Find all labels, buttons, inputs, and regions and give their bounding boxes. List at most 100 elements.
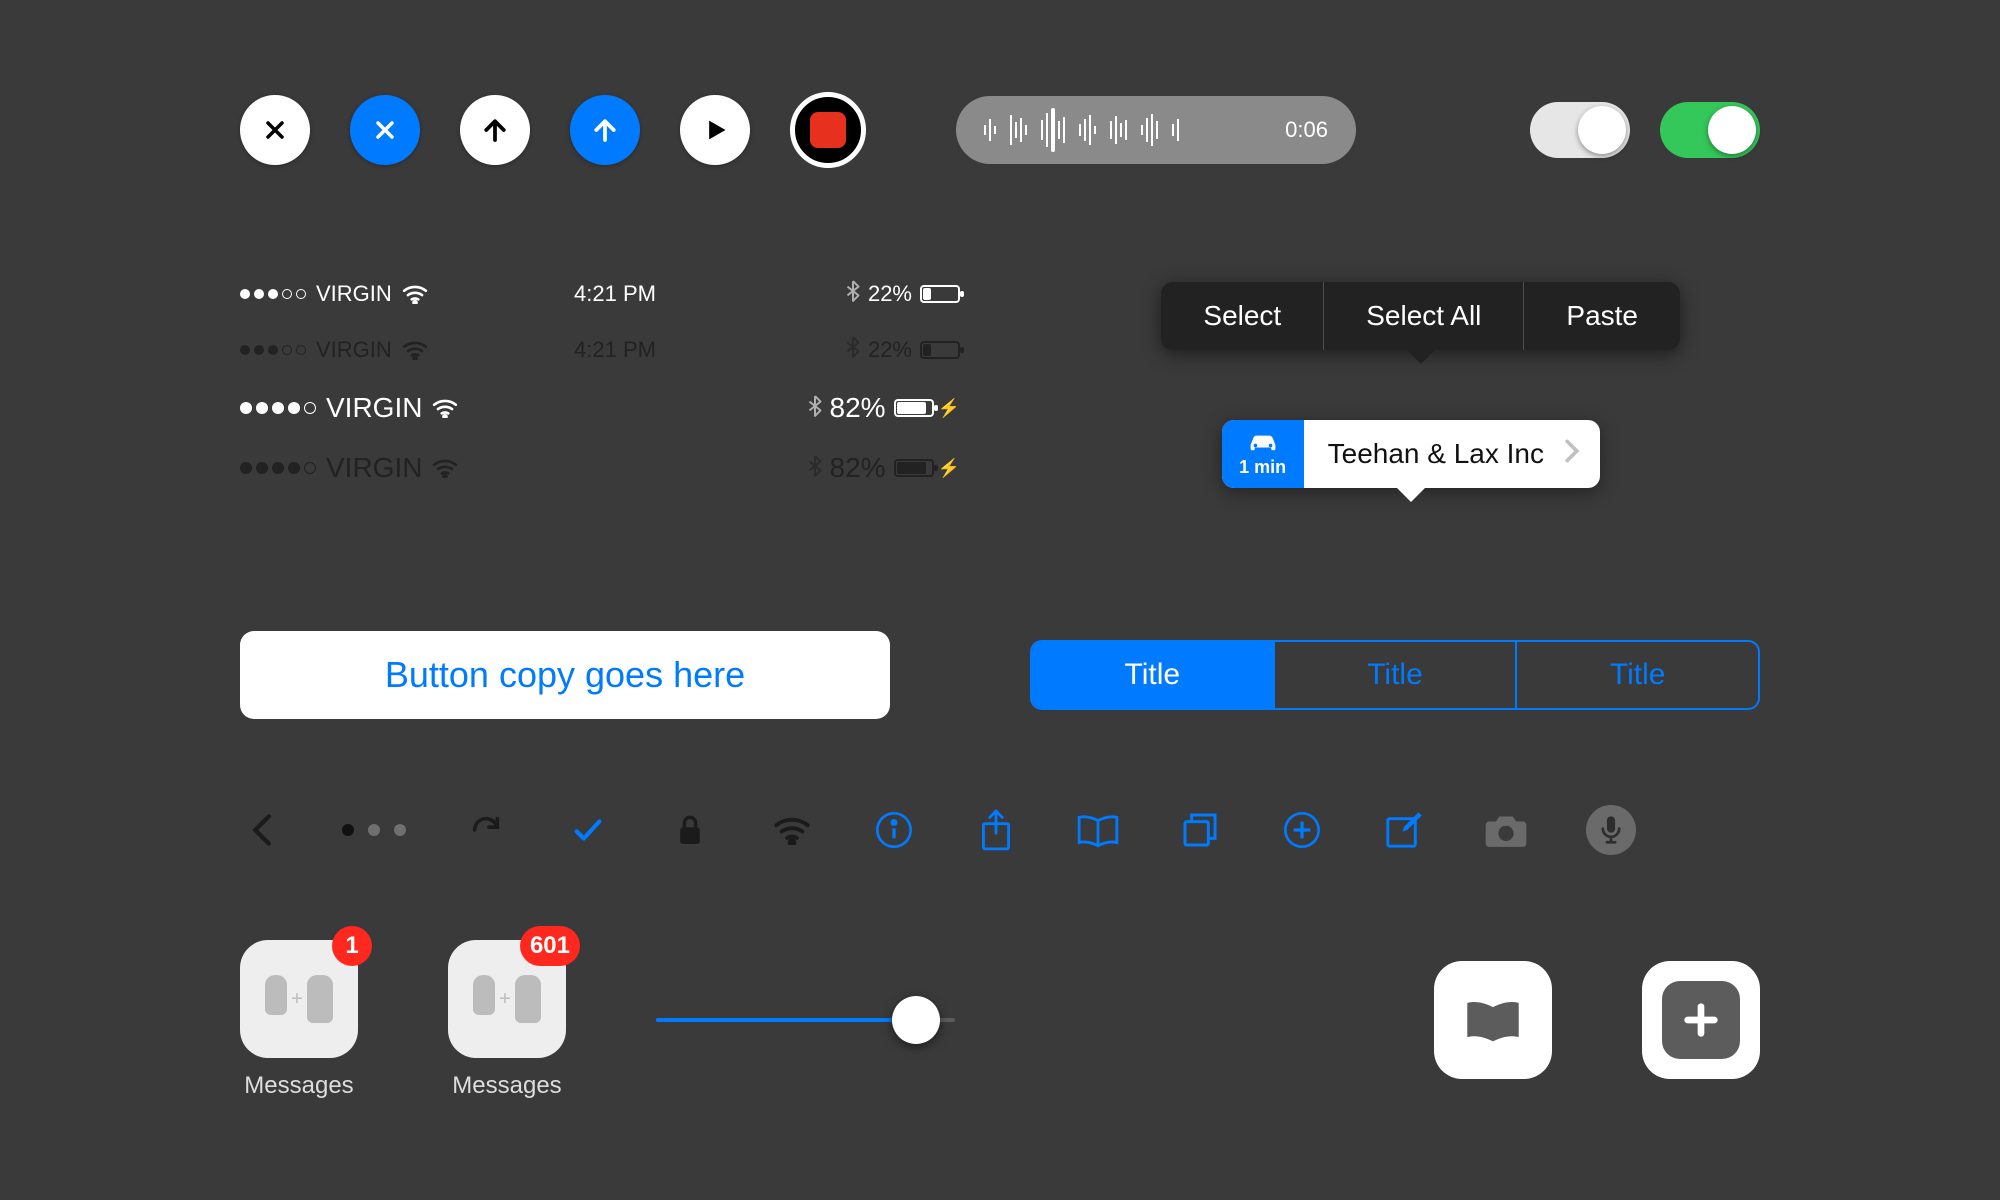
app-label: Messages <box>452 1072 561 1100</box>
segmented-control: Title Title Title <box>1030 640 1760 710</box>
waveform-bars <box>984 108 1269 152</box>
battery-icon <box>920 341 960 359</box>
battery-percentage: 82% <box>830 452 886 484</box>
add-icon <box>1282 810 1322 850</box>
wifi-icon <box>773 815 811 845</box>
mic-icon <box>1599 815 1623 845</box>
charging-icon: ⚡ <box>938 458 960 479</box>
chevron-right-icon <box>1564 438 1580 470</box>
arrow-up-icon <box>480 115 510 145</box>
people-icon: + <box>265 975 333 1023</box>
copy-icon <box>1180 810 1220 850</box>
record-button[interactable] <box>790 92 866 168</box>
wifi-icon <box>402 284 428 304</box>
lock-icon <box>676 813 704 847</box>
bookmark-tile-button[interactable] <box>1434 961 1552 1079</box>
audio-waveform[interactable]: 0:06 <box>956 96 1356 164</box>
status-bar: VIRGIN4:21 PM22% <box>240 280 960 308</box>
battery-percentage: 82% <box>830 392 886 424</box>
battery-percentage: 22% <box>868 281 912 307</box>
add-button[interactable] <box>1280 808 1324 852</box>
toggle-on[interactable] <box>1660 102 1760 158</box>
switch-knob <box>1578 106 1626 154</box>
segment-2[interactable]: Title <box>1517 642 1758 708</box>
bookmarks-button[interactable] <box>1076 808 1120 852</box>
badge: 1 <box>332 926 372 966</box>
map-callout[interactable]: 1 min Teehan & Lax Inc <box>1222 420 1600 488</box>
status-bar: VIRGIN 82% ⚡ <box>240 392 960 424</box>
confirm-button[interactable] <box>566 808 610 852</box>
primary-button-label: Button copy goes here <box>385 654 745 696</box>
upload-button[interactable] <box>460 95 530 165</box>
compose-icon <box>1383 809 1425 851</box>
info-button[interactable] <box>872 808 916 852</box>
status-time: 4:21 PM <box>490 337 740 363</box>
camera-icon <box>1484 813 1528 847</box>
wifi-icon <box>402 340 428 360</box>
segment-0[interactable]: Title <box>1032 642 1275 708</box>
primary-button[interactable]: Button copy goes here <box>240 631 890 719</box>
map-callout-title: Teehan & Lax Inc <box>1328 438 1544 470</box>
battery-icon: ⚡ <box>894 398 960 419</box>
slider-fill <box>656 1018 916 1022</box>
refresh-button[interactable] <box>464 808 508 852</box>
mic-button[interactable] <box>1586 805 1636 855</box>
upload-button-blue[interactable] <box>570 95 640 165</box>
menu-select[interactable]: Select <box>1161 282 1324 350</box>
segment-1[interactable]: Title <box>1275 642 1518 708</box>
bluetooth-icon <box>846 280 860 308</box>
map-callout-eta-text: 1 min <box>1239 457 1286 478</box>
battery-icon: ⚡ <box>894 458 960 479</box>
book-icon <box>1463 995 1523 1045</box>
carrier-label: VIRGIN <box>326 392 422 424</box>
signal-strength-icon <box>240 402 316 414</box>
camera-button[interactable] <box>1484 808 1528 852</box>
people-icon: + <box>473 975 541 1023</box>
menu-select-all[interactable]: Select All <box>1324 282 1524 350</box>
carrier-label: VIRGIN <box>326 452 422 484</box>
switch-knob <box>1708 106 1756 154</box>
bluetooth-icon <box>846 336 860 364</box>
signal-strength-icon <box>240 345 306 355</box>
copy-button[interactable] <box>1178 808 1222 852</box>
car-icon <box>1246 431 1280 453</box>
close-button-blue[interactable] <box>350 95 420 165</box>
menu-paste[interactable]: Paste <box>1524 282 1680 350</box>
play-button[interactable] <box>680 95 750 165</box>
app-label: Messages <box>244 1072 353 1100</box>
stop-icon <box>810 112 846 148</box>
check-icon <box>571 813 605 847</box>
close-icon <box>371 116 399 144</box>
app-icon-messages-2[interactable]: + 601 Messages <box>448 940 566 1100</box>
status-bar: VIRGIN 82% ⚡ <box>240 452 960 484</box>
add-tile-button[interactable] <box>1642 961 1760 1079</box>
close-button[interactable] <box>240 95 310 165</box>
slider[interactable] <box>656 995 955 1045</box>
waveform-time: 0:06 <box>1285 117 1328 143</box>
carrier-label: VIRGIN <box>316 337 392 363</box>
toggle-off[interactable] <box>1530 102 1630 158</box>
page-dot <box>368 824 380 836</box>
app-icon-messages-1[interactable]: + 1 Messages <box>240 940 358 1100</box>
status-bars-group: VIRGIN4:21 PM22%VIRGIN4:21 PM22%VIRGIN82… <box>240 280 960 484</box>
book-icon <box>1076 811 1120 849</box>
back-button[interactable] <box>240 808 284 852</box>
slider-thumb[interactable] <box>892 996 940 1044</box>
carrier-label: VIRGIN <box>316 281 392 307</box>
share-button[interactable] <box>974 808 1018 852</box>
text-context-menu: Select Select All Paste <box>1161 282 1680 350</box>
share-icon <box>977 808 1015 852</box>
page-indicator[interactable] <box>342 824 406 836</box>
chevron-left-icon <box>251 813 273 847</box>
wifi-indicator-icon <box>770 808 814 852</box>
battery-percentage: 22% <box>868 337 912 363</box>
signal-strength-icon <box>240 462 316 474</box>
compose-button[interactable] <box>1382 808 1426 852</box>
battery-icon <box>920 285 960 303</box>
charging-icon: ⚡ <box>938 398 960 419</box>
refresh-icon <box>469 813 503 847</box>
arrow-up-icon <box>590 115 620 145</box>
close-icon <box>261 116 289 144</box>
lock-indicator <box>668 808 712 852</box>
play-icon <box>701 116 729 144</box>
